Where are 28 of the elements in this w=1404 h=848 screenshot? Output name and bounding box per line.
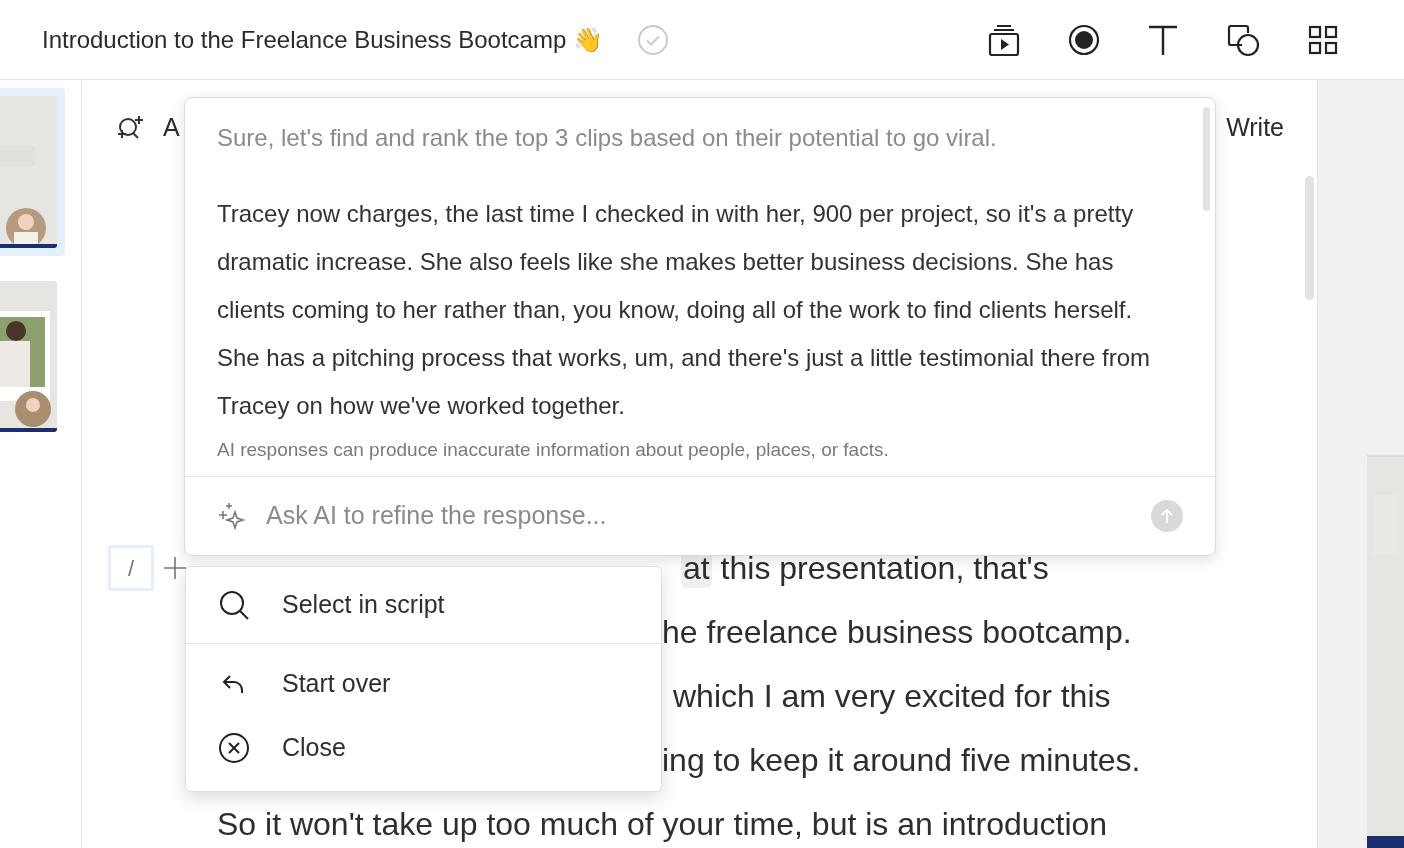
script-line: So it won't take up too much of your time, but is an introduction xyxy=(217,805,1108,844)
scrollbar[interactable] xyxy=(1305,176,1314,300)
menu-item[interactable]: Close xyxy=(186,716,661,780)
disclaimer-text: AI responses can produce inaccurate information about people, places, or facts. xyxy=(217,438,890,462)
record-icon[interactable] xyxy=(1068,23,1100,56)
shapes-icon[interactable] xyxy=(1226,22,1260,57)
document-title: Introduction to the Freelance Business Bootcamp 👋 xyxy=(42,24,603,55)
menu-item[interactable]: Start over xyxy=(186,652,661,716)
ai-intro-text: Sure, let's find and rank the top 3 clips based on their potential to go viral. xyxy=(217,123,998,153)
arrow-up-icon xyxy=(1160,508,1174,524)
grid-icon[interactable] xyxy=(1308,24,1338,55)
panel-scrollbar[interactable] xyxy=(1203,107,1210,211)
ai-response-text: Tracey now charges, the last time I checked in with her, 900 per project, so it's a pretty dramatic increase. She also feels like she makes better business decisions. She has clients coming to her rather than, you know, doing all of the work to find clients herself. She has a pitching process that works, um, and there's just a little testimonial there from Tracey on how we've worked together. xyxy=(217,199,1152,421)
ask-ai-field[interactable]: Ask AI to refine the response... xyxy=(266,497,1151,535)
search-icon xyxy=(218,589,250,621)
script-line: ing to keep it around five minutes. xyxy=(662,741,1141,780)
menu-item[interactable]: Select in script xyxy=(186,573,661,637)
slash-field[interactable]: / xyxy=(108,545,154,591)
plus-icon[interactable] xyxy=(163,556,187,580)
text-icon[interactable] xyxy=(1148,23,1178,56)
script-line: he freelance business bootcamp. xyxy=(662,613,1132,652)
play-stack-icon[interactable] xyxy=(988,22,1020,57)
close-icon xyxy=(218,732,250,764)
write-tab[interactable]: Write xyxy=(1226,109,1284,147)
check-circle-icon[interactable] xyxy=(636,23,669,56)
toolbar-label[interactable]: A xyxy=(163,109,180,147)
script-line: which I am very excited for this xyxy=(673,677,1111,716)
slide-thumbnail[interactable] xyxy=(0,88,65,256)
